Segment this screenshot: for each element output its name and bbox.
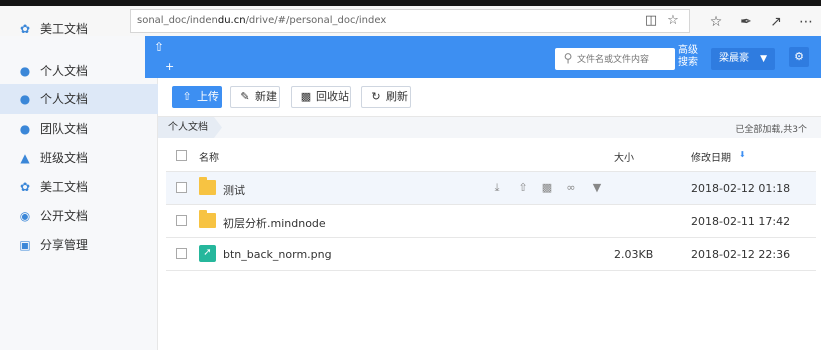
sidebar-item-personal[interactable]: ● 个人文档 <box>0 84 158 114</box>
image-file-icon: ➚ <box>199 245 216 262</box>
trash-icon: ▩ <box>300 90 312 103</box>
pen-annotate-icon[interactable]: ✒ <box>736 13 756 31</box>
file-name[interactable]: 初层分析.mindnode <box>223 215 326 231</box>
address-url: sonal_doc/indendu.cn/drive/#/personal_do… <box>137 15 387 26</box>
user-settings-icon[interactable]: ⚙ <box>789 47 809 67</box>
table-row[interactable]: 初层分析.mindnode 2018-02-11 17:42 <box>166 205 816 238</box>
sort-down-icon[interactable]: ⬇ <box>739 150 746 159</box>
row-checkbox[interactable] <box>176 182 187 193</box>
load-status: 已全部加载,共3个 <box>735 125 807 135</box>
recycle-bin-button[interactable]: ▩ 回收站 <box>291 86 351 108</box>
row-checkbox[interactable] <box>176 215 187 226</box>
ghost-row-art: ✿ 美工文档 <box>19 22 89 36</box>
team-icon: ● <box>19 122 31 136</box>
file-date: 2018-02-11 17:42 <box>691 215 791 228</box>
table-row[interactable]: 测试 ⤓ ⇧ ▩ ∞ ▼ 2018-02-12 01:18 <box>166 172 816 205</box>
sidebar-item-label: 团队文档 <box>40 122 89 136</box>
breadcrumb-current[interactable]: 个人文档 <box>158 117 222 138</box>
share-icon: ▣ <box>19 238 31 252</box>
user-menu-button[interactable]: 梁晨豪 ▼ <box>711 48 775 70</box>
favorite-star-icon[interactable]: ☆ <box>665 13 681 29</box>
sidebar-item-public[interactable]: ◉ 公开文档 <box>0 201 158 231</box>
sidebar-item-art[interactable]: ✿ 美工文档 <box>0 172 158 202</box>
action-toolbar: ⇧ 上传 ✎ 新建 ▩ 回收站 ↻ 刷新 <box>158 82 821 112</box>
chevron-down-icon[interactable]: ▼ <box>590 180 604 196</box>
select-all-checkbox[interactable] <box>176 150 187 161</box>
sidebar-item-class[interactable]: ▲ 班级文档 <box>0 143 158 173</box>
ghost-row-personal: ● 个人文档 <box>19 64 89 78</box>
link-icon[interactable]: ∞ <box>564 180 578 196</box>
table-row[interactable]: ➚ btn_back_norm.png 2.03KB 2018-02-12 22… <box>166 238 816 271</box>
refresh-icon: ↻ <box>371 90 381 103</box>
share-icon[interactable]: ⇧ <box>516 180 530 196</box>
folder-icon <box>199 210 216 228</box>
search-box: ⚲ <box>555 48 675 70</box>
eye-icon: ◉ <box>19 209 31 223</box>
search-icon[interactable]: ⚲ <box>561 51 575 65</box>
table-header: 名称 大小 修改日期 ⬇ <box>166 142 816 172</box>
app-root: sonal_doc/indendu.cn/drive/#/personal_do… <box>0 0 821 350</box>
sidebar-item-label: 班级文档 <box>40 151 89 165</box>
column-size[interactable]: 大小 <box>614 149 634 164</box>
sidebar: ✿ 美工文档 ● 个人文档 ● 个人文档 ● 团队文档 ▲ 班级文档 ✿ 美工文… <box>0 22 158 350</box>
file-name[interactable]: 测试 <box>223 182 245 198</box>
sidebar-item-share[interactable]: ▣ 分享管理 <box>0 230 158 260</box>
column-name[interactable]: 名称 <box>199 149 219 164</box>
person-icon: ● <box>19 92 31 106</box>
file-name[interactable]: btn_back_norm.png <box>223 248 332 261</box>
upload-icon: ⇧ <box>182 90 192 103</box>
org-icon: ▲ <box>20 151 30 165</box>
sidebar-item-label: 公开文档 <box>40 209 89 223</box>
address-bar[interactable]: sonal_doc/indendu.cn/drive/#/personal_do… <box>130 9 690 33</box>
breadcrumb: 个人文档 已全部加载,共3个 <box>158 116 821 138</box>
share-icon[interactable]: ↗ <box>766 13 786 31</box>
folder-icon <box>199 177 216 195</box>
sidebar-item-label: 美工文档 <box>40 180 89 194</box>
sidebar-item-label: 分享管理 <box>40 238 89 252</box>
search-input[interactable] <box>577 51 671 67</box>
refresh-button[interactable]: ↻ 刷新 <box>361 86 411 108</box>
advanced-search-link[interactable]: 高级搜索 <box>675 45 701 69</box>
file-date: 2018-02-12 01:18 <box>691 182 791 195</box>
upload-button[interactable]: ⇧ 上传 <box>172 86 222 108</box>
new-button[interactable]: ✎ 新建 <box>230 86 280 108</box>
art-icon: ✿ <box>19 180 31 194</box>
favorites-list-icon[interactable]: ☆ <box>706 13 726 31</box>
app-header: ⇧ + ⚲ 高级搜索 梁晨豪 ▼ ⚙ <box>145 36 821 78</box>
sidebar-item-label: 个人文档 <box>40 92 89 106</box>
new-file-icon: ✎ <box>240 90 250 103</box>
column-date[interactable]: 修改日期 <box>691 149 731 164</box>
upload-icon[interactable]: ⇧ <box>151 40 167 54</box>
plus-label: + <box>165 60 175 73</box>
row-checkbox[interactable] <box>176 248 187 259</box>
download-icon[interactable]: ⤓ <box>490 180 504 196</box>
sidebar-item-team[interactable]: ● 团队文档 <box>0 114 158 144</box>
reading-view-icon[interactable]: ◫ <box>643 13 659 29</box>
person-icon: ● <box>19 64 31 78</box>
trash-icon[interactable]: ▩ <box>540 180 554 196</box>
art-icon: ✿ <box>19 22 31 36</box>
user-name: 梁晨豪 <box>719 53 749 64</box>
file-size: 2.03KB <box>614 248 654 261</box>
chevron-down-icon: ▼ <box>760 54 767 64</box>
more-options-icon[interactable]: ⋯ <box>796 13 816 31</box>
file-date: 2018-02-12 22:36 <box>691 248 791 261</box>
